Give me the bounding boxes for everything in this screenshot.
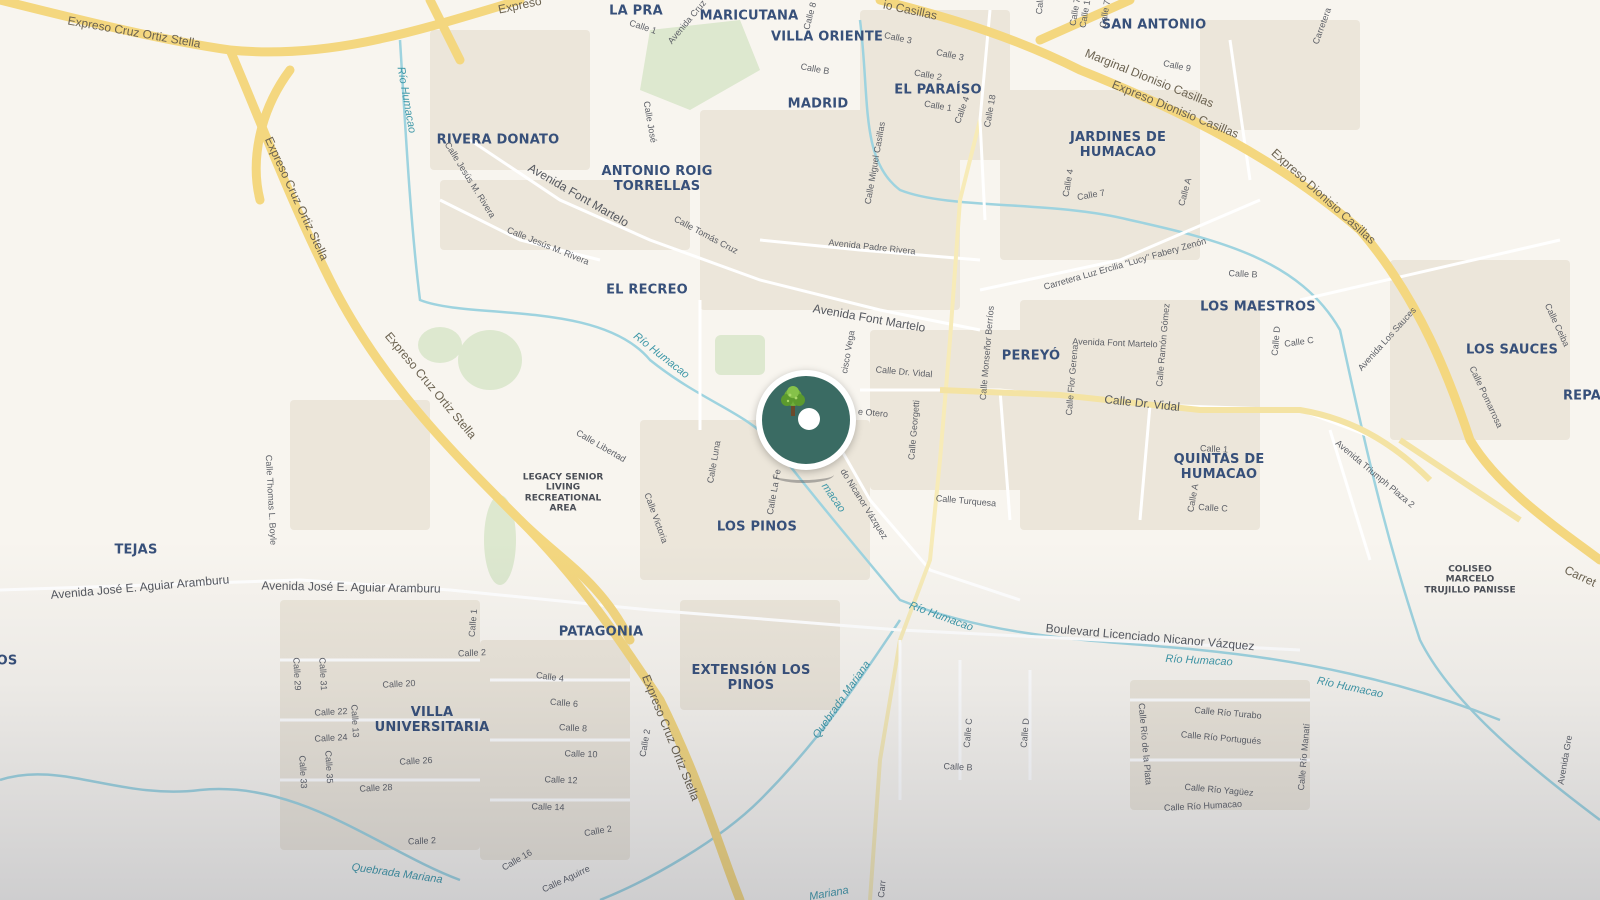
label-villa-universitaria: VILLA UNIVERSITARIA <box>374 705 490 735</box>
label-os: OS <box>0 653 18 669</box>
label-street: Carr <box>876 879 888 899</box>
label-repa: REPA <box>1562 388 1600 404</box>
label-tejas: TEJAS <box>114 542 158 558</box>
label-street: Calle 2 <box>407 835 437 847</box>
label-street: Calle 22 <box>314 705 348 718</box>
label-street: Calle 31 <box>317 657 330 691</box>
label-street: Calle <box>1033 0 1046 15</box>
label-street: Calle 12 <box>544 774 578 786</box>
label-street: Calle 28 <box>359 781 393 794</box>
map-canvas[interactable]: LA PRA MARICUTANA VILLA ORIENTE SAN ANTO… <box>0 0 1600 900</box>
label-madrid: MADRID <box>787 96 849 112</box>
label-street: Calle 2 <box>457 647 487 659</box>
label-street: Calle B <box>943 761 973 773</box>
location-marker[interactable] <box>756 370 856 470</box>
label-street: Calle 35 <box>323 750 336 784</box>
label-jardines-de-humacao: JARDINES DE HUMACAO <box>1069 130 1167 160</box>
label-street: Calle 8 <box>558 722 588 734</box>
label-villa-oriente: VILLA ORIENTE <box>770 29 884 45</box>
label-street: Calle 13 <box>349 704 362 738</box>
label-street: Calle 24 <box>314 731 348 744</box>
label-pereyo: PEREYÓ <box>1001 348 1061 364</box>
label-los-sauces: LOS SAUCES <box>1465 342 1559 358</box>
label-los-maestros: LOS MAESTROS <box>1200 299 1316 315</box>
label-street: Calle B <box>1228 268 1258 280</box>
label-la-pra: LA PRA <box>609 3 663 19</box>
label-extension-los-pinos: EXTENSIÓN LOS PINOS <box>691 663 811 693</box>
label-street: Calle 1 <box>1199 443 1229 455</box>
label-street: Calle 26 <box>399 754 433 767</box>
label-maricutana: MARICUTANA <box>699 8 799 24</box>
label-quintas-de-humacao: QUINTAS DE HUMACAO <box>1173 452 1265 482</box>
label-street: Calle 10 <box>564 748 598 760</box>
label-los-pinos: LOS PINOS <box>716 519 798 535</box>
label-street: Calle 14 <box>531 801 565 813</box>
label-street: Calle 33 <box>297 755 310 789</box>
label-antonio-roig-torrellas: ANTONIO ROIG TORRELLAS <box>601 164 713 194</box>
label-el-recreo: EL RECREO <box>606 282 688 298</box>
marker-center-dot <box>798 408 820 430</box>
label-patagonia: PATAGONIA <box>558 624 644 640</box>
label-street: Calle 29 <box>291 657 304 691</box>
label-coliseo: COLISEO MARCELO TRUJILLO PANISSE <box>1424 564 1516 596</box>
label-street: Calle 20 <box>382 677 416 690</box>
label-legacy-senior-living: LEGACY SENIOR LIVING RECREATIONAL AREA <box>522 472 604 514</box>
label-el-paraiso: EL PARAÍSO <box>894 82 982 98</box>
label-street: Calle C <box>1198 502 1229 514</box>
label-san-antonio: SAN ANTONIO <box>1101 17 1207 33</box>
